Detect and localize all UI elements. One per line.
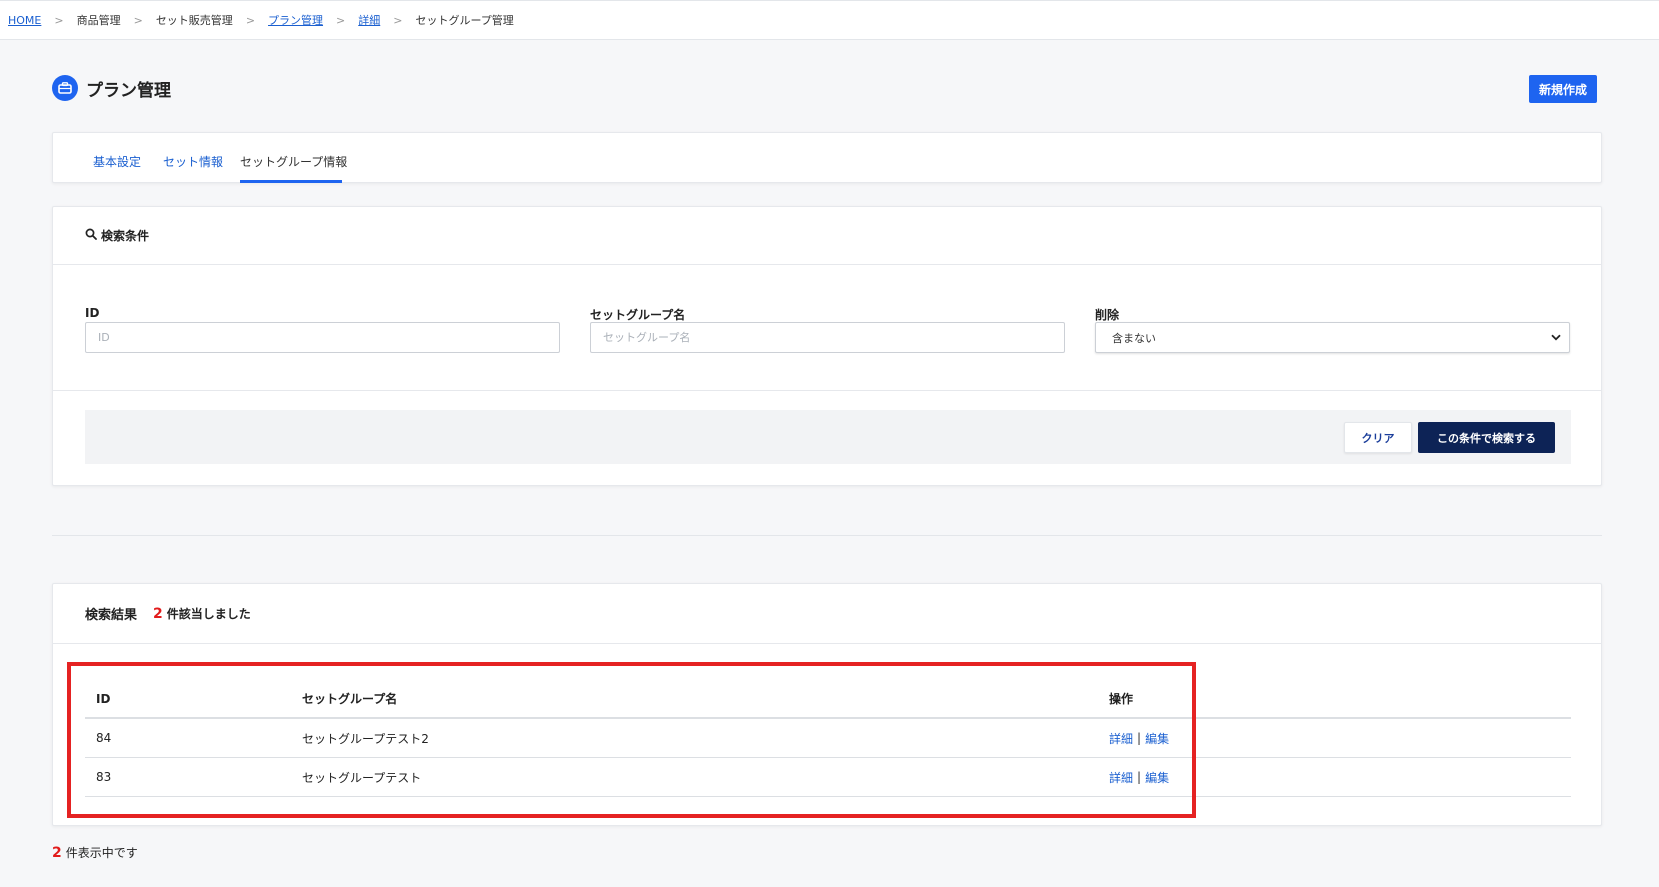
clear-button[interactable]: クリア xyxy=(1344,422,1412,453)
breadcrumb-home[interactable]: HOME xyxy=(8,14,41,27)
footer-count-number: 2 xyxy=(52,845,62,861)
set-group-name-input[interactable] xyxy=(590,322,1065,353)
search-action-bar: クリア この条件で検索する xyxy=(85,410,1571,464)
active-tab-indicator xyxy=(240,180,342,183)
breadcrumb-set-group-management: セットグループ管理 xyxy=(415,14,514,27)
new-create-button[interactable]: 新規作成 xyxy=(1529,75,1597,103)
search-divider xyxy=(53,390,1601,391)
search-icon xyxy=(85,228,97,244)
set-group-name-field-label: セットグループ名 xyxy=(590,308,686,322)
row-ops: 詳細 | 編集 xyxy=(1109,758,1169,796)
id-field-label: ID xyxy=(85,306,100,320)
deleted-select-value: 含まない xyxy=(1112,331,1156,345)
table-row: 84 セットグループテスト2 詳細 | 編集 xyxy=(85,719,1571,758)
search-submit-button[interactable]: この条件で検索する xyxy=(1418,422,1555,453)
ops-separator: | xyxy=(1137,770,1142,784)
edit-link[interactable]: 編集 xyxy=(1145,769,1169,786)
tabs-card: 基本設定 セット情報 セットグループ情報 xyxy=(52,132,1602,183)
column-header-ops: 操作 xyxy=(1109,692,1134,706)
id-input[interactable] xyxy=(85,322,560,353)
page-title: プラン管理 xyxy=(86,80,171,101)
row-id: 83 xyxy=(96,770,112,784)
results-count-suffix: 件該当しました xyxy=(166,607,251,621)
breadcrumb-separator: > xyxy=(393,13,403,27)
ops-separator: | xyxy=(1137,731,1142,745)
breadcrumb-separator: > xyxy=(245,13,256,27)
breadcrumb-plan-management[interactable]: プラン管理 xyxy=(268,12,323,28)
results-table: ID セットグループ名 操作 84 セットグループテスト2 詳細 | 編集 83… xyxy=(85,680,1571,797)
tab-set-group-info[interactable]: セットグループ情報 xyxy=(240,153,347,170)
tab-basic-settings[interactable]: 基本設定 xyxy=(93,153,141,170)
edit-link[interactable]: 編集 xyxy=(1145,730,1169,747)
results-count: 2 xyxy=(153,605,163,622)
table-row: 83 セットグループテスト 詳細 | 編集 xyxy=(85,758,1571,797)
column-header-name: セットグループ名 xyxy=(302,692,398,706)
search-header-title: 検索条件 xyxy=(101,229,150,243)
results-panel: 検索結果 2 件該当しました ID セットグループ名 操作 84 セットグループ… xyxy=(52,583,1602,826)
table-header-row: ID セットグループ名 操作 xyxy=(85,680,1571,719)
deleted-select[interactable]: 含まない xyxy=(1095,322,1570,353)
row-ops: 詳細 | 編集 xyxy=(1109,719,1169,757)
section-divider xyxy=(52,535,1602,536)
page-title-row: プラン管理 xyxy=(52,75,171,101)
footer-count: 2 件表示中です xyxy=(52,844,138,861)
tab-set-info[interactable]: セット情報 xyxy=(163,153,223,170)
footer-count-text: 件表示中です xyxy=(65,846,138,860)
briefcase-icon xyxy=(52,75,78,101)
breadcrumb-separator: > xyxy=(336,13,346,27)
detail-link[interactable]: 詳細 xyxy=(1109,730,1133,747)
column-header-id: ID xyxy=(96,691,111,706)
breadcrumb-product-management: 商品管理 xyxy=(76,14,121,27)
search-header: 検索条件 xyxy=(53,207,1601,265)
breadcrumb-separator: > xyxy=(133,13,143,27)
row-name: セットグループテスト xyxy=(302,770,422,785)
row-name: セットグループテスト2 xyxy=(302,731,429,746)
chevron-down-icon xyxy=(1551,331,1561,344)
detail-link[interactable]: 詳細 xyxy=(1109,769,1133,786)
row-id: 84 xyxy=(96,731,112,745)
breadcrumb: HOME > 商品管理 > セット販売管理 > プラン管理 > 詳細 > セット… xyxy=(0,0,1659,40)
search-panel: 検索条件 ID セットグループ名 削除 含まない クリア この条件で検索する xyxy=(52,206,1602,486)
breadcrumb-detail[interactable]: 詳細 xyxy=(358,12,380,28)
breadcrumb-set-sales: セット販売管理 xyxy=(155,14,233,27)
results-title: 検索結果 xyxy=(85,608,138,623)
deleted-field-label: 削除 xyxy=(1095,308,1120,322)
breadcrumb-separator: > xyxy=(54,13,64,27)
results-header: 検索結果 2 件該当しました xyxy=(53,584,1601,644)
